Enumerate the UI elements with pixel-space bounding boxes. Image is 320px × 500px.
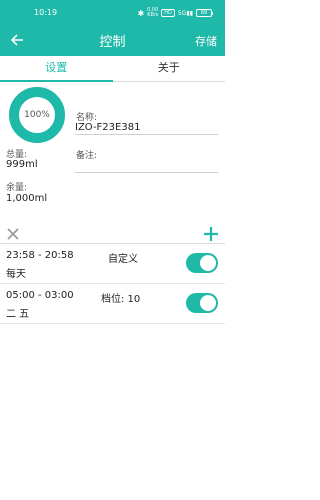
- battery-icon: 89: [196, 9, 213, 17]
- schedule-toggle[interactable]: [186, 253, 218, 273]
- toggle-knob: [200, 255, 216, 271]
- gauge-percent: 100%: [24, 110, 50, 120]
- total-value: 999ml: [6, 159, 38, 170]
- note-label: 备注:: [76, 151, 98, 161]
- schedule-mode: 档位: 10: [101, 294, 141, 305]
- schedule-days: 二 五: [6, 309, 30, 320]
- schedule-time: 05:00 - 03:00: [6, 290, 74, 301]
- plus-icon[interactable]: [203, 226, 219, 242]
- page-title: 控制: [99, 35, 126, 50]
- status-icons: ✱ 0.00 KB/s HD 5G▮▮ 89: [137, 8, 213, 18]
- schedule-toggle[interactable]: [186, 293, 218, 313]
- remaining-label: 余量:: [6, 183, 28, 193]
- remaining-value: 1,000ml: [6, 193, 48, 204]
- signal-icon: 5G▮▮: [177, 9, 193, 17]
- network-speed: 0.00 KB/s: [147, 7, 159, 18]
- tab-about[interactable]: 关于: [112, 56, 225, 82]
- volte-badge: HD: [161, 9, 175, 17]
- toggle-knob: [200, 295, 216, 311]
- schedule-row[interactable]: 23:58 - 20:58 自定义 每天: [0, 244, 225, 284]
- schedule-mode: 自定义: [108, 254, 138, 265]
- name-field[interactable]: IZO-F23E381: [75, 122, 140, 133]
- name-underline: [75, 134, 218, 135]
- close-icon[interactable]: [5, 226, 21, 242]
- network-type: 5G: [177, 9, 187, 17]
- schedule-days: 每天: [6, 269, 26, 280]
- battery-level: 89: [196, 9, 212, 17]
- schedule-time: 23:58 - 20:58: [6, 250, 74, 261]
- status-bar: 10:19 ✱ 0.00 KB/s HD 5G▮▮ 89: [0, 0, 225, 26]
- tab-settings[interactable]: 设置: [0, 56, 113, 82]
- schedule-row[interactable]: 05:00 - 03:00 档位: 10 二 五: [0, 284, 225, 324]
- tab-bar: 设置 关于: [0, 56, 225, 82]
- note-underline: [75, 172, 218, 173]
- status-time: 10:19: [34, 8, 58, 17]
- save-button[interactable]: 存储: [195, 33, 217, 49]
- app-bar: 控制 存储: [0, 26, 225, 56]
- bluetooth-icon: ✱: [137, 8, 145, 18]
